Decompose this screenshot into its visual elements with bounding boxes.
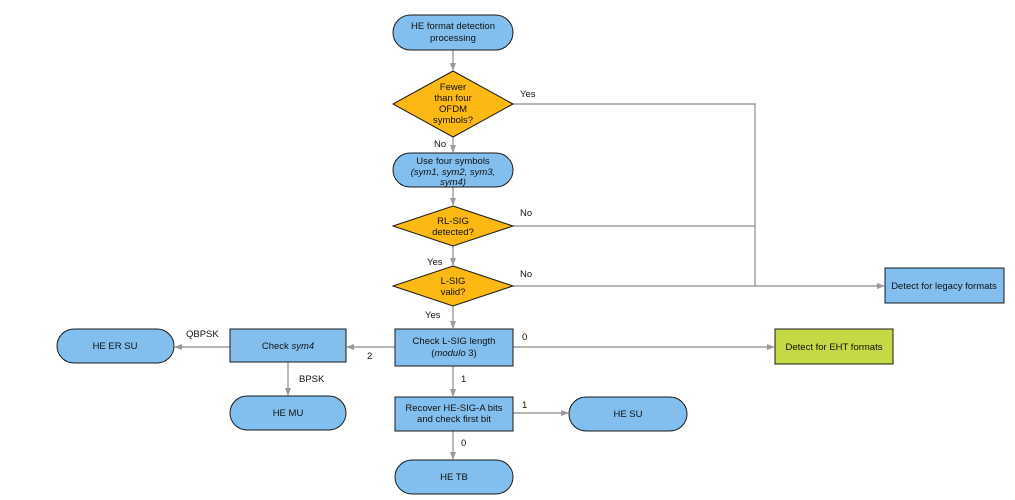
eht-label: Detect for EHT formats xyxy=(786,342,883,353)
recover-line2: and check first bit xyxy=(417,414,491,425)
check-sym4-label: Check sym4 xyxy=(262,341,314,352)
node-check-sym4: Check sym4 xyxy=(229,328,347,363)
node-detect-eht: Detect for EHT formats xyxy=(774,328,894,365)
node-start-line1: HE format detection xyxy=(411,21,495,32)
he-er-su-label: HE ER SU xyxy=(93,341,138,352)
decision-ofdm-line4: symbols? xyxy=(433,115,473,126)
label-ofdm-yes: Yes xyxy=(520,89,536,100)
label-sym4-bpsk: BPSK xyxy=(299,374,325,385)
node-he-su: HE SU xyxy=(568,396,688,432)
decision-lsig-valid: L-SIG valid? xyxy=(391,265,515,307)
label-bit-0: 0 xyxy=(461,438,466,449)
label-len-0: 0 xyxy=(522,332,527,343)
label-bit-1: 1 xyxy=(522,400,527,411)
node-he-tb: HE TB xyxy=(394,459,514,495)
recover-line1: Recover HE-SIG-A bits xyxy=(405,403,502,414)
use-four-line1: Use four symbols xyxy=(416,156,490,167)
label-ofdm-no: No xyxy=(434,139,446,150)
label-len-2: 2 xyxy=(367,351,372,362)
decision-ofdm-line3: OFDM xyxy=(439,104,467,115)
check-lsig-line1: Check L-SIG length xyxy=(413,336,496,347)
label-lsig-yes: Yes xyxy=(425,310,441,321)
node-start: HE format detection processing xyxy=(392,14,514,51)
label-sym4-qbpsk: QBPSK xyxy=(186,329,219,340)
he-tb-label: HE TB xyxy=(440,472,468,483)
legacy-label: Detect for legacy formats xyxy=(891,281,997,292)
node-he-mu: HE MU xyxy=(229,395,347,431)
edge-labels: Yes No No Yes No Yes 0 1 2 QBPSK BPSK 1 … xyxy=(186,89,536,449)
check-lsig-line2: (modulo 3) xyxy=(431,348,476,359)
use-four-line3: sym4) xyxy=(440,177,466,188)
node-check-lsig-length: Check L-SIG length (modulo 3) xyxy=(394,328,514,367)
edge-ofdm-yes xyxy=(513,103,756,286)
decision-lsig-line1: L-SIG xyxy=(441,276,466,287)
label-len-1: 1 xyxy=(461,374,466,385)
decision-ofdm-line2: than four xyxy=(434,93,472,104)
decision-lsig-line2: valid? xyxy=(441,287,466,298)
decision-rlsig-line2: detected? xyxy=(432,227,474,238)
label-rlsig-yes: Yes xyxy=(427,257,443,268)
flowchart-canvas: HE format detection processing Fewer tha… xyxy=(56,14,1005,495)
he-su-label: HE SU xyxy=(613,409,642,420)
decision-rlsig-line1: RL-SIG xyxy=(437,216,469,227)
node-recover-he-sig-a: Recover HE-SIG-A bits and check first bi… xyxy=(394,396,514,432)
decision-rlsig: RL-SIG detected? xyxy=(391,205,515,247)
node-use-four-symbols: Use four symbols (sym1, sym2, sym3, sym4… xyxy=(392,152,514,188)
node-start-line2: processing xyxy=(430,33,476,44)
node-he-er-su: HE ER SU xyxy=(56,328,175,364)
decision-ofdm-line1: Fewer xyxy=(440,82,466,93)
label-rlsig-no: No xyxy=(520,208,532,219)
label-lsig-no: No xyxy=(520,269,532,280)
decision-fewer-ofdm: Fewer than four OFDM symbols? xyxy=(391,70,515,138)
he-mu-label: HE MU xyxy=(273,408,304,419)
node-detect-legacy: Detect for legacy formats xyxy=(884,267,1005,304)
